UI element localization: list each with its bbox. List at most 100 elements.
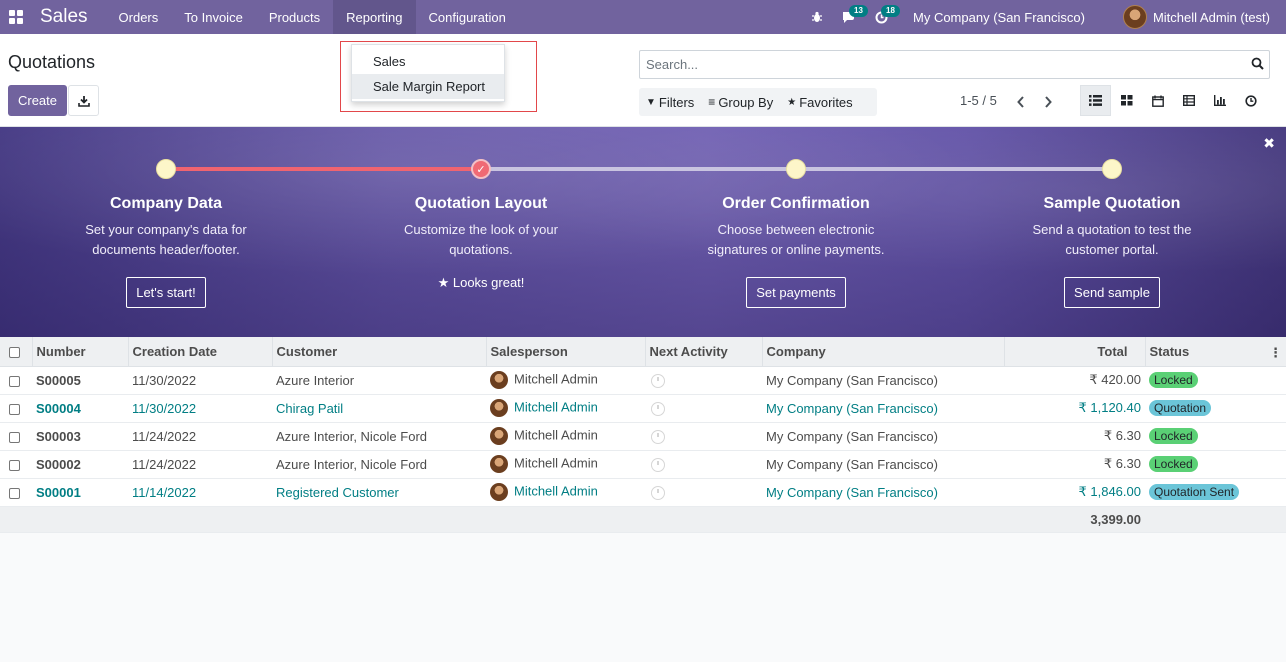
pager-value[interactable]: 1-5 / 5 (960, 93, 997, 108)
activity-clock-icon[interactable] (651, 373, 665, 388)
column-status[interactable]: Status ⋮ (1145, 337, 1286, 367)
cell-number: S00003 (32, 422, 128, 451)
cell-salesperson: Mitchell Admin (486, 450, 645, 479)
pivot-view-icon[interactable] (1173, 85, 1204, 116)
table-row[interactable]: S00005 11/30/2022 Azure Interior Mitchel… (0, 366, 1286, 395)
salesperson-name: Mitchell Admin (514, 483, 598, 499)
status-badge: Locked (1149, 428, 1198, 444)
activities-icon[interactable]: 18 (865, 0, 900, 34)
graph-view-icon[interactable] (1204, 85, 1235, 116)
salesperson-name: Mitchell Admin (514, 427, 598, 443)
step-desc-line2: documents header/footer. (92, 242, 240, 257)
cell-customer: Registered Customer (272, 478, 486, 507)
step-title: Quotation Layout (414, 195, 548, 212)
control-panel: Quotations Create ▼ Filters ≡ Group By ★… (0, 34, 1286, 127)
activity-clock-icon[interactable] (651, 457, 665, 472)
cell-company: My Company (San Francisco) (762, 366, 1004, 395)
calendar-view-icon[interactable] (1142, 85, 1173, 116)
list-icon: ≡ (708, 95, 716, 109)
company-switcher[interactable]: My Company (San Francisco) (913, 10, 1085, 25)
salesperson-avatar (490, 483, 508, 501)
app-name[interactable]: Sales (40, 6, 88, 28)
cell-total: ₹ 6.30 (1004, 422, 1145, 451)
step-done-status: ★ Looks great! (361, 275, 601, 291)
debug-icon[interactable] (801, 0, 833, 34)
select-all-checkbox[interactable] (0, 337, 33, 367)
filters-label: Filters (658, 94, 695, 110)
step-desc-line1: Customize the look of your (404, 222, 558, 237)
row-checkbox[interactable] (9, 459, 20, 471)
cell-customer: Chirag Patil (272, 394, 486, 423)
menu-orders[interactable]: Orders (106, 0, 172, 34)
column-salesperson[interactable]: Salesperson (486, 337, 646, 367)
cell-status: Locked (1145, 366, 1286, 395)
row-checkbox[interactable] (9, 487, 20, 499)
row-checkbox[interactable] (9, 403, 20, 415)
step-dot-company-data (156, 159, 176, 179)
menu-configuration[interactable]: Configuration (416, 0, 519, 34)
step-desc-line2: quotations. (449, 242, 513, 257)
favorites-label: Favorites (799, 94, 853, 110)
status-badge: Locked (1149, 456, 1198, 472)
column-status-label: Status (1149, 343, 1190, 359)
close-icon[interactable]: ✖ (1263, 135, 1275, 152)
filters-button[interactable]: ▼ Filters (639, 88, 701, 116)
salesperson-avatar (490, 455, 508, 473)
user-avatar (1122, 5, 1147, 29)
salesperson-name: Mitchell Admin (514, 371, 598, 387)
table-row[interactable]: S00003 11/24/2022 Azure Interior, Nicole… (0, 422, 1286, 451)
column-next-activity[interactable]: Next Activity (645, 337, 763, 367)
chevron-right-icon[interactable] (1036, 88, 1060, 116)
search-input[interactable] (646, 57, 1236, 72)
create-button[interactable]: Create (8, 85, 67, 116)
onboarding-banner: ✖ ✓ Company Data Set your company's data… (0, 127, 1286, 337)
step-sample-quotation: Sample Quotation Send a quotation to tes… (992, 195, 1232, 308)
menu-products[interactable]: Products (256, 0, 333, 34)
list-view-icon[interactable] (1080, 85, 1111, 116)
column-company[interactable]: Company (762, 337, 1005, 367)
activity-clock-icon[interactable] (651, 429, 665, 444)
group-by-button[interactable]: ≡ Group By (701, 88, 780, 116)
apps-menu-icon[interactable] (0, 0, 32, 34)
table-row[interactable]: S00004 11/30/2022 Chirag Patil Mitchell … (0, 394, 1286, 423)
search-options: ▼ Filters ≡ Group By ★ Favorites (639, 88, 877, 116)
send-sample-button[interactable]: Send sample (1064, 277, 1160, 308)
salesperson-name: Mitchell Admin (514, 399, 598, 415)
menu-reporting[interactable]: Reporting (333, 0, 416, 34)
cell-date: 11/24/2022 (128, 450, 272, 479)
quotations-list: Number Creation Date Customer Salesperso… (0, 337, 1286, 533)
salesperson-avatar (490, 371, 508, 389)
lets-start-button[interactable]: Let's start! (126, 277, 206, 308)
column-creation-date[interactable]: Creation Date (128, 337, 273, 367)
messages-icon[interactable]: 13 (833, 0, 868, 34)
favorites-button[interactable]: ★ Favorites (780, 88, 859, 116)
activity-clock-icon[interactable] (651, 401, 665, 416)
star-icon: ★ (787, 96, 797, 108)
step-desc-line1: Set your company's data for (85, 222, 247, 237)
cell-date: 11/30/2022 (128, 366, 272, 395)
kanban-view-icon[interactable] (1111, 85, 1142, 116)
cell-salesperson: Mitchell Admin (486, 478, 645, 507)
chevron-left-icon[interactable] (1009, 88, 1033, 116)
search-icon[interactable] (1251, 57, 1264, 73)
column-total[interactable]: Total (1004, 337, 1146, 367)
cell-activity (645, 450, 762, 479)
step-desc-line1: Choose between electronic (717, 222, 875, 237)
cell-salesperson: Mitchell Admin (486, 366, 645, 395)
set-payments-button[interactable]: Set payments (746, 277, 846, 308)
cell-activity (645, 422, 762, 451)
user-menu[interactable]: Mitchell Admin (test) (1122, 5, 1270, 29)
table-row[interactable]: S00001 11/14/2022 Registered Customer Mi… (0, 478, 1286, 507)
row-checkbox[interactable] (9, 375, 20, 387)
column-number[interactable]: Number (32, 337, 129, 367)
column-customer[interactable]: Customer (272, 337, 487, 367)
row-checkbox[interactable] (9, 431, 20, 443)
activity-view-icon[interactable] (1235, 85, 1266, 116)
cell-status: Locked (1145, 422, 1286, 451)
cell-date: 11/14/2022 (128, 478, 272, 507)
table-row[interactable]: S00002 11/24/2022 Azure Interior, Nicole… (0, 450, 1286, 479)
optional-columns-icon[interactable]: ⋮ (1269, 345, 1282, 361)
menu-to-invoice[interactable]: To Invoice (171, 0, 256, 34)
download-icon[interactable] (68, 85, 99, 116)
activity-clock-icon[interactable] (651, 485, 665, 500)
